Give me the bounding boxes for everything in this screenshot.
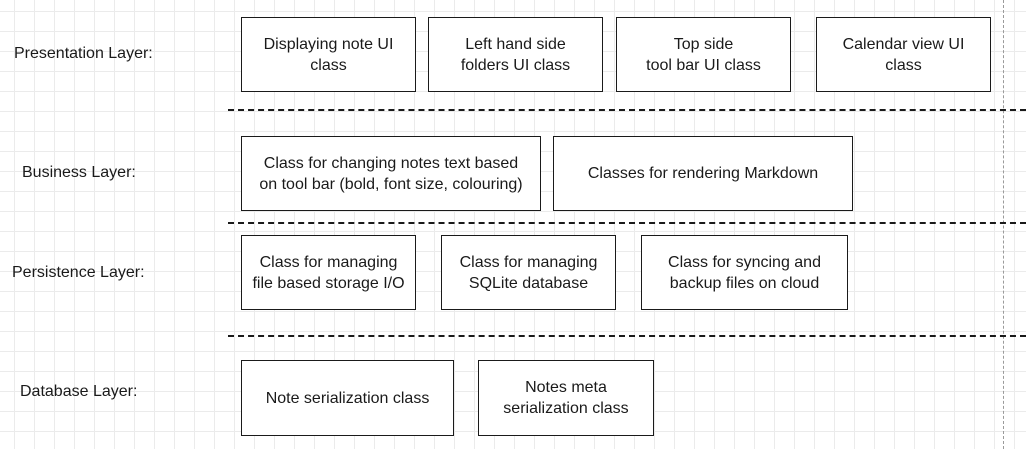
- business-layer-label: Business Layer:: [22, 164, 136, 181]
- class-box-text: Notes meta serialization class: [503, 379, 629, 417]
- class-box-text: Calendar view UI class: [842, 35, 965, 74]
- folders-ui-class-box[interactable]: Left hand side folders UI class: [428, 17, 603, 92]
- class-box-text: Classes for rendering Markdown: [587, 165, 819, 182]
- class-box-text: Top side tool bar UI class: [646, 35, 761, 74]
- notes-meta-serialization-class-box[interactable]: Notes meta serialization class: [478, 360, 654, 436]
- cloud-sync-class-box[interactable]: Class for syncing and backup files on cl…: [641, 235, 848, 310]
- class-box-text: Left hand side folders UI class: [460, 35, 571, 74]
- note-serialization-class-box[interactable]: Note serialization class: [241, 360, 454, 436]
- sqlite-database-class-box[interactable]: Class for managing SQLite database: [441, 235, 616, 310]
- calendar-view-ui-class-box[interactable]: Calendar view UI class: [816, 17, 991, 92]
- class-box-text: Class for managing SQLite database: [459, 253, 598, 292]
- layer-separator: [228, 109, 1026, 111]
- toolbar-ui-class-box[interactable]: Top side tool bar UI class: [616, 17, 791, 92]
- class-box-text: Class for managing file based storage I/…: [252, 253, 405, 292]
- architecture-diagram: Presentation Layer: Displaying note UI c…: [0, 0, 1026, 449]
- file-storage-class-box[interactable]: Class for managing file based storage I/…: [241, 235, 416, 310]
- text-formatting-class-box[interactable]: Class for changing notes text based on t…: [241, 136, 541, 211]
- displaying-note-ui-class-box[interactable]: Displaying note UI class: [241, 17, 416, 92]
- class-box-text: Displaying note UI class: [263, 35, 394, 74]
- class-box-text: Class for syncing and backup files on cl…: [668, 253, 821, 292]
- persistence-layer-label: Persistence Layer:: [12, 264, 145, 281]
- layer-separator: [228, 222, 1026, 224]
- page-guide-line: [1003, 0, 1004, 449]
- class-box-text: Note serialization class: [265, 389, 430, 407]
- presentation-layer-label: Presentation Layer:: [14, 45, 153, 62]
- layer-separator: [228, 335, 1026, 337]
- markdown-rendering-class-box[interactable]: Classes for rendering Markdown: [553, 136, 853, 211]
- database-layer-label: Database Layer:: [20, 383, 138, 400]
- class-box-text: Class for changing notes text based on t…: [259, 154, 523, 193]
